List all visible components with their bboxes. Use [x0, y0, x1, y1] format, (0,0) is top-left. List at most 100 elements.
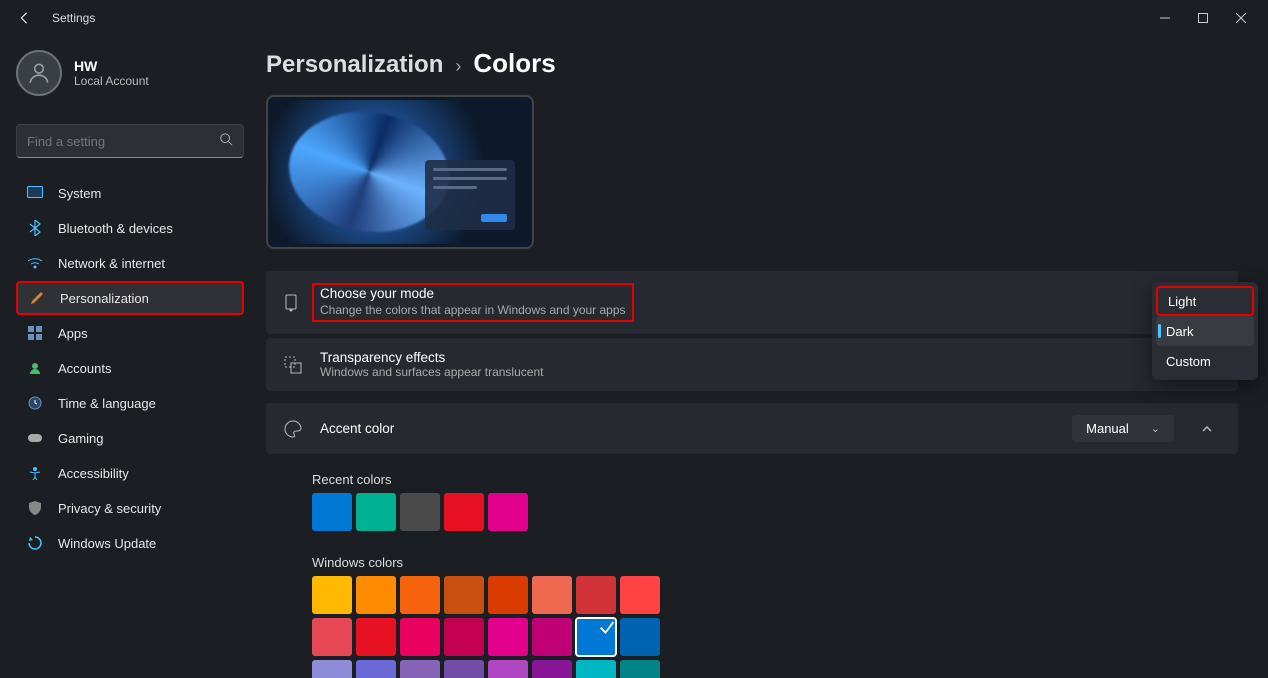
sidebar-item-network[interactable]: Network & internet: [16, 246, 244, 280]
color-swatch[interactable]: [312, 576, 352, 614]
app-title: Settings: [52, 11, 95, 25]
titlebar: Settings: [0, 0, 1268, 36]
color-swatch[interactable]: [444, 660, 484, 678]
color-swatch[interactable]: [444, 493, 484, 531]
color-swatch[interactable]: [576, 618, 616, 656]
sidebar-item-update[interactable]: Windows Update: [16, 526, 244, 560]
mode-option-light[interactable]: Light: [1156, 286, 1254, 316]
color-swatch[interactable]: [532, 618, 572, 656]
close-button[interactable]: [1222, 4, 1260, 32]
sidebar-item-label: Network & internet: [58, 256, 165, 271]
transparency-title: Transparency effects: [320, 350, 1143, 365]
transparency-sub: Windows and surfaces appear translucent: [320, 365, 1143, 379]
color-swatch[interactable]: [576, 660, 616, 678]
sidebar-item-accessibility[interactable]: Accessibility: [16, 456, 244, 490]
maximize-button[interactable]: [1184, 4, 1222, 32]
theme-preview: [266, 95, 534, 249]
breadcrumb-parent[interactable]: Personalization: [266, 51, 443, 79]
accent-section: Recent colors Windows colors: [266, 460, 1238, 678]
color-swatch[interactable]: [312, 660, 352, 678]
sidebar-item-system[interactable]: System: [16, 176, 244, 210]
chevron-up-icon: [1201, 423, 1213, 435]
maximize-icon: [1198, 13, 1208, 23]
minimize-button[interactable]: [1146, 4, 1184, 32]
color-swatch[interactable]: [312, 618, 352, 656]
accent-mode-dropdown[interactable]: Manual ⌄: [1072, 415, 1174, 442]
clock-icon: [26, 394, 44, 412]
color-swatch[interactable]: [488, 618, 528, 656]
search-box[interactable]: [16, 124, 244, 158]
accessibility-icon: [26, 464, 44, 482]
choose-mode-highlight: Choose your mode Change the colors that …: [312, 283, 634, 322]
mode-option-label: Dark: [1166, 324, 1193, 339]
arrow-left-icon: [17, 11, 31, 25]
sidebar-item-label: Gaming: [58, 431, 104, 446]
chevron-right-icon: ›: [455, 56, 461, 77]
user-block[interactable]: HW Local Account: [16, 46, 244, 108]
choose-mode-title: Choose your mode: [320, 286, 626, 301]
accent-collapse-button[interactable]: [1192, 423, 1222, 435]
sidebar-item-time[interactable]: Time & language: [16, 386, 244, 420]
close-icon: [1236, 13, 1246, 23]
preview-window: [425, 160, 515, 230]
user-name: HW: [74, 58, 149, 74]
search-input[interactable]: [27, 134, 219, 149]
brush-icon: [282, 292, 304, 314]
color-swatch[interactable]: [356, 660, 396, 678]
sidebar-item-label: Personalization: [60, 291, 149, 306]
breadcrumb-current: Colors: [473, 48, 555, 79]
color-swatch[interactable]: [356, 618, 396, 656]
mode-option-custom[interactable]: Custom: [1156, 346, 1254, 376]
color-swatch[interactable]: [356, 576, 396, 614]
color-swatch[interactable]: [400, 660, 440, 678]
mode-option-label: Light: [1168, 294, 1196, 309]
bluetooth-icon: [26, 219, 44, 237]
sidebar-item-label: Apps: [58, 326, 88, 341]
sidebar-item-label: Privacy & security: [58, 501, 161, 516]
sidebar-item-bluetooth[interactable]: Bluetooth & devices: [16, 211, 244, 245]
color-swatch[interactable]: [576, 576, 616, 614]
color-swatch[interactable]: [620, 660, 660, 678]
sidebar-item-accounts[interactable]: Accounts: [16, 351, 244, 385]
palette-icon: [282, 418, 304, 440]
mode-dropdown-menu: Light Dark Custom: [1152, 282, 1258, 380]
user-sub: Local Account: [74, 74, 149, 88]
window-controls: [1146, 4, 1260, 32]
choose-mode-row[interactable]: Choose your mode Change the colors that …: [266, 271, 1238, 334]
sidebar-item-label: Time & language: [58, 396, 156, 411]
color-swatch[interactable]: [620, 618, 660, 656]
sidebar-item-privacy[interactable]: Privacy & security: [16, 491, 244, 525]
color-swatch[interactable]: [312, 493, 352, 531]
sidebar-item-apps[interactable]: Apps: [16, 316, 244, 350]
sidebar-item-label: Accounts: [58, 361, 111, 376]
content: Personalization › Colors Choose your mod…: [260, 36, 1268, 678]
sidebar-item-personalization[interactable]: Personalization: [16, 281, 244, 315]
windows-colors-grid: [312, 576, 672, 678]
sidebar: HW Local Account System Bluetooth & devi…: [0, 36, 260, 678]
mode-option-label: Custom: [1166, 354, 1211, 369]
apps-icon: [26, 324, 44, 342]
color-swatch[interactable]: [444, 618, 484, 656]
color-swatch[interactable]: [400, 618, 440, 656]
color-swatch[interactable]: [488, 660, 528, 678]
avatar: [16, 50, 62, 96]
color-swatch[interactable]: [488, 493, 528, 531]
minimize-icon: [1160, 13, 1170, 23]
color-swatch[interactable]: [620, 576, 660, 614]
shield-icon: [26, 499, 44, 517]
color-swatch[interactable]: [356, 493, 396, 531]
mode-option-dark[interactable]: Dark: [1156, 316, 1254, 346]
sidebar-item-gaming[interactable]: Gaming: [16, 421, 244, 455]
color-swatch[interactable]: [400, 576, 440, 614]
color-swatch[interactable]: [444, 576, 484, 614]
windows-colors-label: Windows colors: [312, 555, 1238, 570]
account-icon: [26, 359, 44, 377]
back-button[interactable]: [8, 2, 40, 34]
update-icon: [26, 534, 44, 552]
color-swatch[interactable]: [532, 660, 572, 678]
color-swatch[interactable]: [400, 493, 440, 531]
person-icon: [26, 60, 52, 86]
color-swatch[interactable]: [488, 576, 528, 614]
choose-mode-sub: Change the colors that appear in Windows…: [320, 303, 626, 317]
color-swatch[interactable]: [532, 576, 572, 614]
